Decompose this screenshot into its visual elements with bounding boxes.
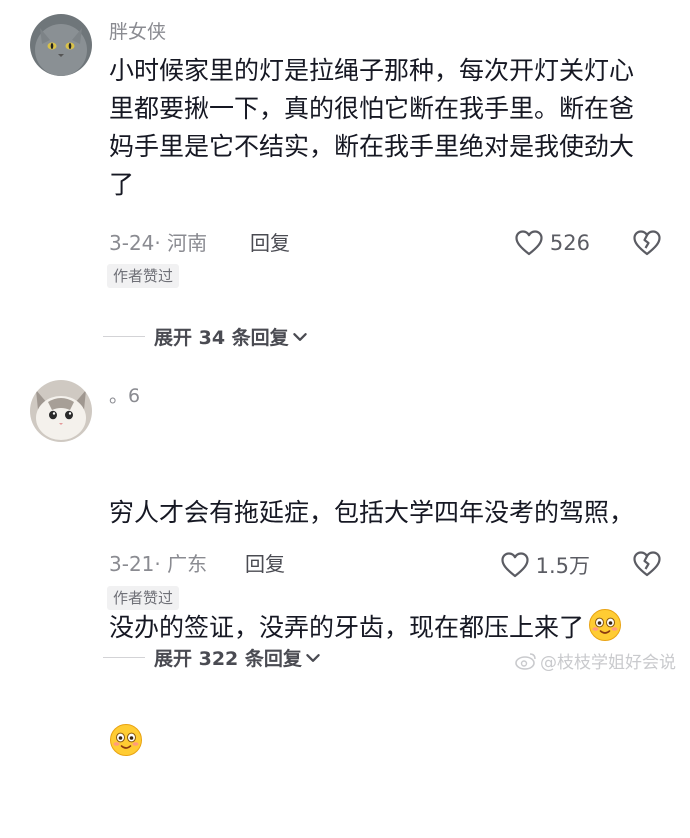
username[interactable]: 胖女侠 (109, 20, 166, 44)
like-count: 526 (549, 231, 590, 255)
weibo-logo-icon (515, 652, 536, 670)
like-count: 1.5万 (535, 554, 590, 578)
gray-cat-avatar[interactable] (30, 14, 92, 76)
reply-button[interactable]: 回复 (250, 231, 290, 255)
date-location: 3-21· 广东 (109, 552, 208, 576)
broken-heart-icon (632, 229, 662, 257)
divider (103, 657, 145, 658)
comment-text-line-content: 没办的签证，没弄的牙齿，现在都压上来了 (109, 613, 585, 642)
chevron-down-icon (291, 328, 309, 346)
dislike-button[interactable] (632, 229, 662, 261)
expand-replies-button[interactable]: 展开 34 条回复 (103, 323, 309, 350)
author-liked-badge: 作者赞过 (107, 264, 180, 288)
comment-item: 。6 穷人才会有拖延症，包括大学四年没考的驾照， 没办的签证，没弄的牙齿，现在都… (0, 360, 690, 685)
expand-replies-label: 展开 322 条回复 (154, 648, 302, 670)
watermark: @枝枝学姐好会说 (515, 648, 676, 673)
comment-text: 穷人才会有拖延症，包括大学四年没考的驾照， 没办的签证，没弄的牙齿，现在都压上来… (109, 418, 654, 838)
comment-text: 小时候家里的灯是拉绳子那种，每次开灯关灯心 里都要揪一下，真的很怕它断在我手里。… (109, 56, 635, 199)
reply-button[interactable]: 回复 (245, 552, 285, 576)
heart-icon (514, 229, 544, 257)
broken-heart-icon (632, 550, 662, 578)
like-button[interactable]: 526 (514, 229, 590, 257)
divider (103, 336, 145, 337)
watermark-text: @枝枝学姐好会说 (540, 653, 676, 673)
date-location: 3-24· 河南 (109, 231, 208, 255)
heart-icon (500, 551, 530, 579)
author-liked-badge: 作者赞过 (107, 586, 180, 610)
blushing-face-emoji-icon (109, 723, 143, 757)
chevron-down-icon (304, 649, 322, 667)
white-cat-avatar[interactable] (30, 380, 92, 442)
expand-replies-label: 展开 34 条回复 (154, 327, 289, 349)
expand-replies-button[interactable]: 展开 322 条回复 (103, 644, 322, 671)
blushing-face-emoji-icon (588, 608, 622, 642)
like-button[interactable]: 1.5万 (500, 550, 590, 580)
comment-text-line (109, 723, 654, 762)
dislike-button[interactable] (632, 550, 662, 582)
username[interactable]: 。6 (109, 384, 140, 408)
comment-item: 胖女侠 小时候家里的灯是拉绳子那种，每次开灯关灯心 里都要揪一下，真的很怕它断在… (0, 0, 690, 360)
comment-text-line: 没办的签证，没弄的牙齿，现在都压上来了 (109, 608, 654, 647)
comment-text-line: 穷人才会有拖延症，包括大学四年没考的驾照， (109, 498, 635, 527)
